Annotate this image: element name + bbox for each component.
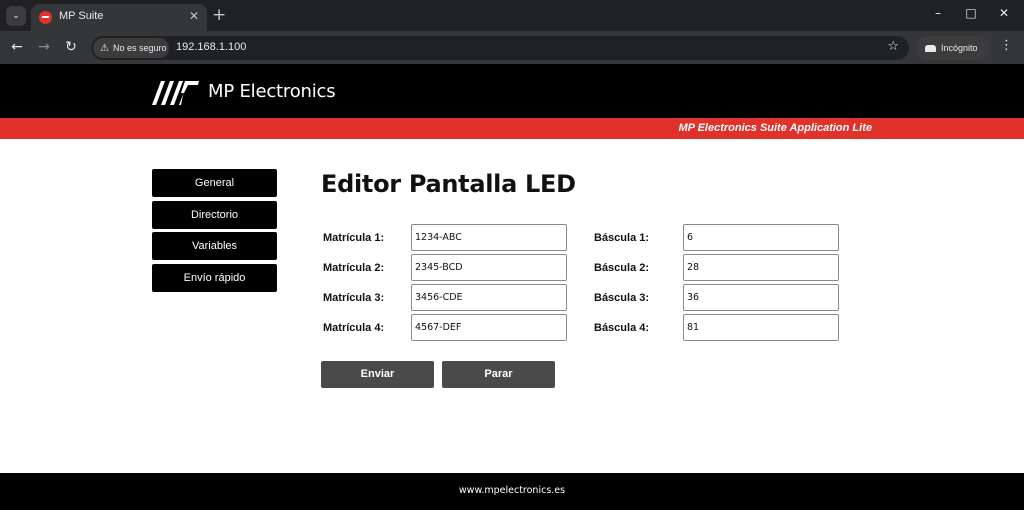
security-chip[interactable]: ⚠ No es seguro: [93, 38, 169, 58]
tab-title: MP Suite: [59, 10, 104, 22]
send-button[interactable]: Enviar: [321, 361, 434, 388]
browser-toolbar: ← → ↻ ⚠ No es seguro 192.168.1.100 ☆ Inc…: [0, 31, 1024, 64]
address-bar[interactable]: ⚠ No es seguro 192.168.1.100 ☆: [91, 36, 909, 60]
stop-button[interactable]: Parar: [442, 361, 555, 388]
sidebar-item-variables[interactable]: Variables: [152, 232, 277, 260]
maximize-icon[interactable]: □: [961, 6, 981, 20]
favicon: [39, 11, 52, 24]
site-footer: www.mpelectronics.es: [0, 473, 1024, 510]
back-icon[interactable]: ←: [8, 38, 26, 56]
matricula-1-label: Matrícula 1:: [323, 232, 385, 244]
close-icon[interactable]: ✕: [189, 9, 199, 23]
matricula-4-label: Matrícula 4:: [323, 322, 385, 334]
warning-icon: ⚠: [100, 42, 109, 54]
reload-icon[interactable]: ↻: [62, 38, 80, 56]
bascula-3-input[interactable]: [683, 284, 839, 311]
logo-icon: [152, 81, 199, 105]
browser-tab[interactable]: MP Suite ✕: [31, 4, 207, 31]
incognito-label: Incógnito: [941, 43, 978, 53]
bascula-4-input[interactable]: [683, 314, 839, 341]
incognito-icon: [925, 44, 936, 52]
browser-tab-bar: ⌄ MP Suite ✕ + – □ ✕: [0, 0, 1024, 31]
footer-link[interactable]: www.mpelectronics.es: [0, 485, 1024, 496]
kebab-menu-icon[interactable]: ⋮: [1000, 38, 1013, 53]
brand-name: MP Electronics: [208, 81, 336, 102]
bascula-1-input[interactable]: [683, 224, 839, 251]
bookmark-star-icon[interactable]: ☆: [887, 39, 899, 54]
site-header: MP Electronics: [0, 64, 1024, 118]
page-title: Editor Pantalla LED: [321, 170, 576, 198]
matricula-3-label: Matrícula 3:: [323, 292, 385, 304]
tagline-band: MP Electronics Suite Application Lite: [0, 118, 1024, 139]
url-text[interactable]: 192.168.1.100: [176, 41, 246, 53]
tab-search-icon[interactable]: ⌄: [6, 6, 26, 26]
sidebar-item-general[interactable]: General: [152, 169, 277, 197]
sidebar-item-envio-rapido[interactable]: Envío rápido: [152, 263, 277, 292]
sidebar-item-directorio[interactable]: Directorio: [152, 200, 277, 229]
incognito-chip[interactable]: Incógnito: [916, 36, 990, 60]
bascula-3-label: Báscula 3:: [594, 292, 650, 304]
forward-icon[interactable]: →: [35, 38, 53, 56]
matricula-3-input[interactable]: [411, 284, 567, 311]
bascula-4-label: Báscula 4:: [594, 322, 650, 334]
bascula-1-label: Báscula 1:: [594, 232, 650, 244]
bascula-2-input[interactable]: [683, 254, 839, 281]
matricula-1-input[interactable]: [411, 224, 567, 251]
security-label: No es seguro: [112, 43, 167, 53]
bascula-2-label: Báscula 2:: [594, 262, 650, 274]
window-close-icon[interactable]: ✕: [994, 6, 1014, 20]
tagline: MP Electronics Suite Application Lite: [678, 122, 872, 134]
matricula-2-input[interactable]: [411, 254, 567, 281]
new-tab-icon[interactable]: +: [212, 5, 226, 25]
matricula-4-input[interactable]: [411, 314, 567, 341]
minimize-icon[interactable]: –: [928, 6, 948, 20]
matricula-2-label: Matrícula 2:: [323, 262, 385, 274]
sidebar-nav: General Directorio Variables Envío rápid…: [152, 169, 277, 295]
